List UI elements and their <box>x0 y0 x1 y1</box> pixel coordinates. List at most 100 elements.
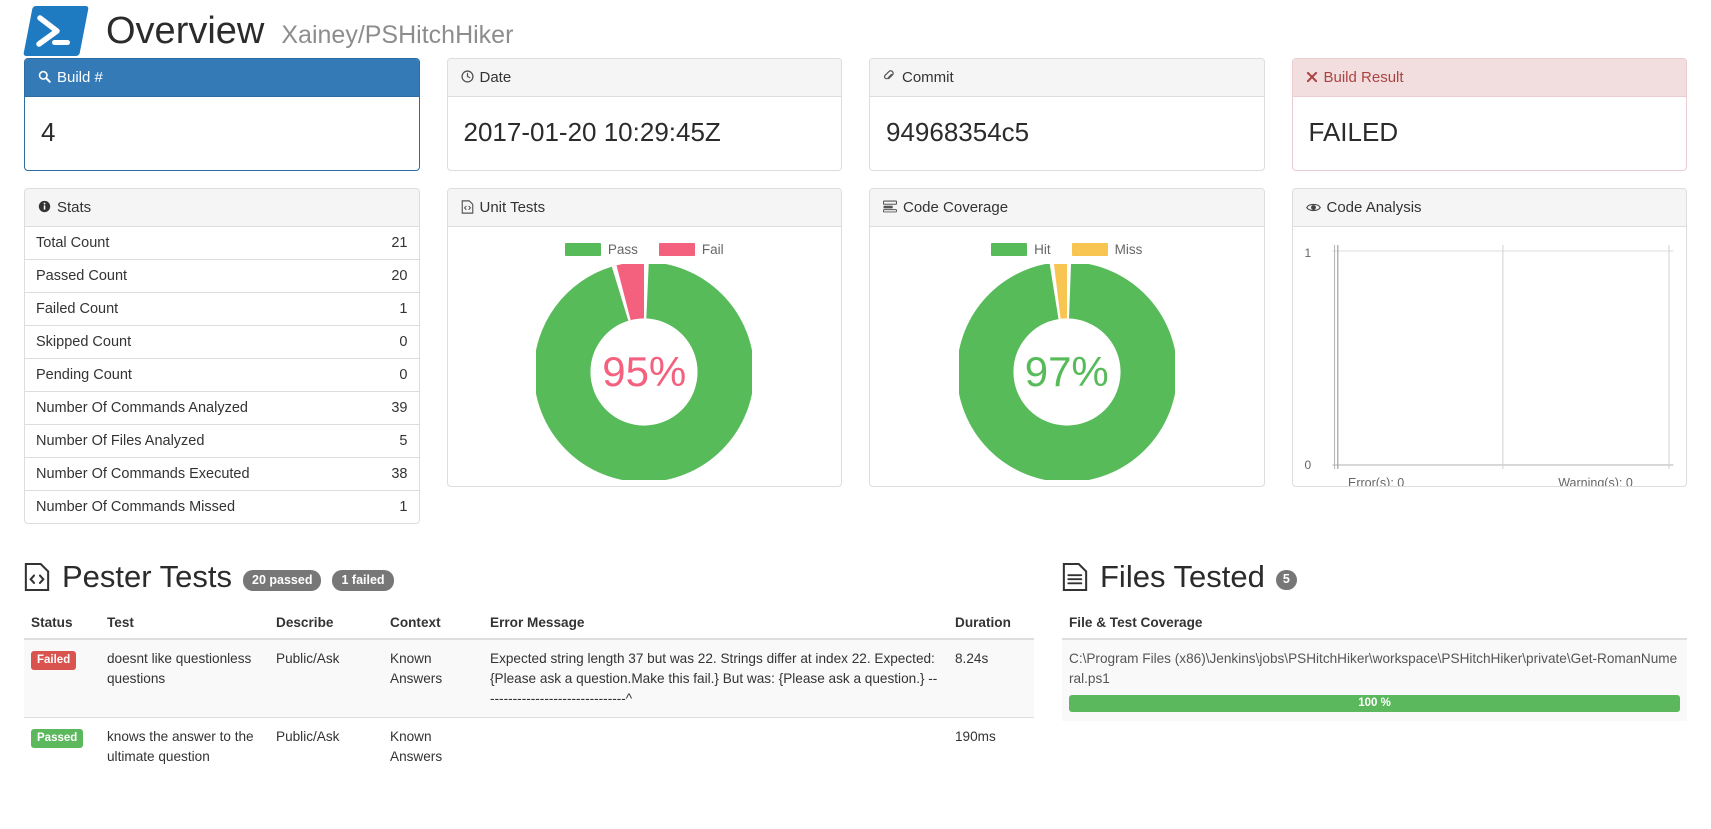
legend-label-hit: Hit <box>1034 242 1051 257</box>
table-header-row: Status Test Describe Context Error Messa… <box>24 607 1034 641</box>
unit-tests-donut: 95% <box>536 264 753 480</box>
stats-card-title: Stats <box>57 199 92 216</box>
legend-item-fail: Fail <box>658 242 724 257</box>
times-icon <box>1306 68 1318 87</box>
commit-card-header: Commit <box>870 59 1264 97</box>
build-number-card-header: Build # <box>25 59 419 97</box>
legend-item-hit: Hit <box>991 242 1051 257</box>
tasks-icon <box>883 198 898 217</box>
status-badge: Failed <box>31 651 77 670</box>
column-file-coverage: File & Test Coverage <box>1062 607 1687 641</box>
build-result-card: Build Result FAILED <box>1291 58 1687 171</box>
table-row: Number Of Commands Analyzed 39 <box>25 391 419 425</box>
code-analysis-chart: 1 0 Error(s): 0 Warning(s): 0 <box>1293 227 1687 486</box>
code-analysis-xtick-warnings: Warning(s): 0 <box>1558 476 1633 486</box>
stat-value: 1 <box>363 490 419 523</box>
badge-passed: 20 passed <box>243 569 322 591</box>
badge-failed: 1 failed <box>332 569 394 591</box>
build-number-card-title: Build # <box>57 69 103 86</box>
unit-tests-card-header: Unit Tests <box>447 189 841 227</box>
unit-tests-card-title: Unit Tests <box>479 199 546 216</box>
clock-icon <box>460 68 474 87</box>
code-coverage-percentage: 97% <box>1024 348 1109 395</box>
file-code-icon <box>461 198 474 217</box>
unit-tests-card: Unit Tests Pass Fail 95% <box>446 188 842 487</box>
column-context: Context <box>383 607 483 641</box>
cell-describe: Public/Ask <box>269 717 383 776</box>
legend-swatch-pass <box>564 243 601 256</box>
cell-duration: 190ms <box>948 717 1034 776</box>
code-analysis-card-title: Code Analysis <box>1326 199 1422 216</box>
charts-row: Stats Total Count 21 Passed Count 20 Faile… <box>0 188 1711 524</box>
repo-name: Xainey/PSHitchHiker <box>281 20 514 49</box>
search-icon <box>38 68 51 87</box>
date-card: Date 2017-01-20 10:29:45Z <box>446 58 842 171</box>
column-duration: Duration <box>948 607 1034 641</box>
stat-label: Failed Count <box>25 292 364 326</box>
stats-card: Stats Total Count 21 Passed Count 20 Faile… <box>24 188 420 524</box>
pester-tests-title: Pester Tests 20 passed 1 failed <box>24 559 1034 594</box>
column-status: Status <box>24 607 100 641</box>
cell-describe: Public/Ask <box>269 638 383 718</box>
bottom-sections: Pester Tests 20 passed 1 failed Status T… <box>0 559 1711 776</box>
column-error: Error Message <box>483 607 948 641</box>
code-coverage-card: Code Coverage Hit Miss 97% <box>869 188 1265 487</box>
cell-context: Known Answers <box>383 717 483 776</box>
file-path: C:\Program Files (x86)\Jenkins\jobs\PSHi… <box>1069 651 1678 686</box>
build-result-card-title: Build Result <box>1323 69 1404 86</box>
build-number-card: Build # 4 <box>24 58 420 171</box>
legend-swatch-fail <box>658 243 695 256</box>
stat-value: 39 <box>363 391 419 425</box>
stat-label: Total Count <box>36 235 110 251</box>
column-test: Test <box>100 607 269 641</box>
files-tested-title: Files Tested 5 <box>1062 559 1687 594</box>
info-circle-icon <box>38 198 51 217</box>
cell-context: Known Answers <box>383 638 483 718</box>
table-row: Number Of Files Analyzed 5 <box>25 424 419 458</box>
code-analysis-ytick-0: 0 <box>1304 458 1312 472</box>
stat-value: 0 <box>363 358 419 392</box>
page-title: Overview <box>106 10 265 52</box>
table-row: Failed Count 1 <box>25 292 419 326</box>
code-analysis-ytick-1: 1 <box>1304 246 1312 260</box>
commit-card-title: Commit <box>902 69 954 86</box>
legend-label-miss: Miss <box>1114 242 1143 257</box>
overview-page: Overview Xainey/PSHitchHiker Build # 4 D… <box>0 0 1711 829</box>
stat-label: Passed Count <box>25 259 364 293</box>
table-row: Failed doesnt like questionless question… <box>24 638 1034 718</box>
cell-duration: 8.24s <box>948 638 1034 718</box>
legend-swatch-miss <box>1071 243 1108 256</box>
unit-tests-percentage: 95% <box>602 348 687 395</box>
page-header: Overview Xainey/PSHitchHiker <box>0 0 1711 58</box>
code-analysis-card: Code Analysis 1 0 Error(s): 0 Warning(s)… <box>1291 188 1687 487</box>
code-analysis-plot <box>1331 245 1673 469</box>
stat-value: 0 <box>363 325 419 359</box>
cell-file-coverage: C:\Program Files (x86)\Jenkins\jobs\PSHi… <box>1062 638 1687 721</box>
stat-label: Number Of Commands Executed <box>25 457 364 491</box>
cell-error <box>483 717 948 776</box>
stats-card-header: Stats <box>25 189 419 227</box>
summary-cards-row: Build # 4 Date 2017-01-20 10:29:45Z Comm… <box>0 58 1711 171</box>
files-tested-section: Files Tested 5 File & Test Coverage C:\P… <box>1062 559 1687 776</box>
files-tested-count: 5 <box>1275 570 1297 590</box>
link-icon <box>883 68 896 87</box>
unit-tests-donut-wrap: 95% <box>448 264 842 480</box>
code-coverage-chart: Hit Miss 97% <box>870 227 1264 486</box>
cell-error: Expected string length 37 but was 22. St… <box>483 638 948 718</box>
date-card-title: Date <box>479 69 512 86</box>
code-coverage-donut: 97% <box>958 264 1175 480</box>
unit-tests-legend: Pass Fail <box>448 227 842 257</box>
stat-label: Number Of Files Analyzed <box>25 424 364 458</box>
stat-value: 5 <box>363 424 419 458</box>
pester-tests-section: Pester Tests 20 passed 1 failed Status T… <box>24 559 1034 776</box>
cell-test: knows the answer to the ultimate questio… <box>100 717 269 776</box>
status-badge: Passed <box>31 729 84 748</box>
commit-card: Commit 94968354c5 <box>869 58 1265 171</box>
table-row: Number Of Commands Executed 38 <box>25 457 419 491</box>
stat-value: 1 <box>363 292 419 326</box>
pester-tests-table: Status Test Describe Context Error Messa… <box>24 607 1034 776</box>
cell-status: Failed <box>24 638 100 718</box>
code-coverage-card-header: Code Coverage <box>870 189 1264 227</box>
commit-value: 94968354c5 <box>886 117 1030 147</box>
files-tested-table: File & Test Coverage C:\Program Files (x… <box>1062 607 1687 721</box>
